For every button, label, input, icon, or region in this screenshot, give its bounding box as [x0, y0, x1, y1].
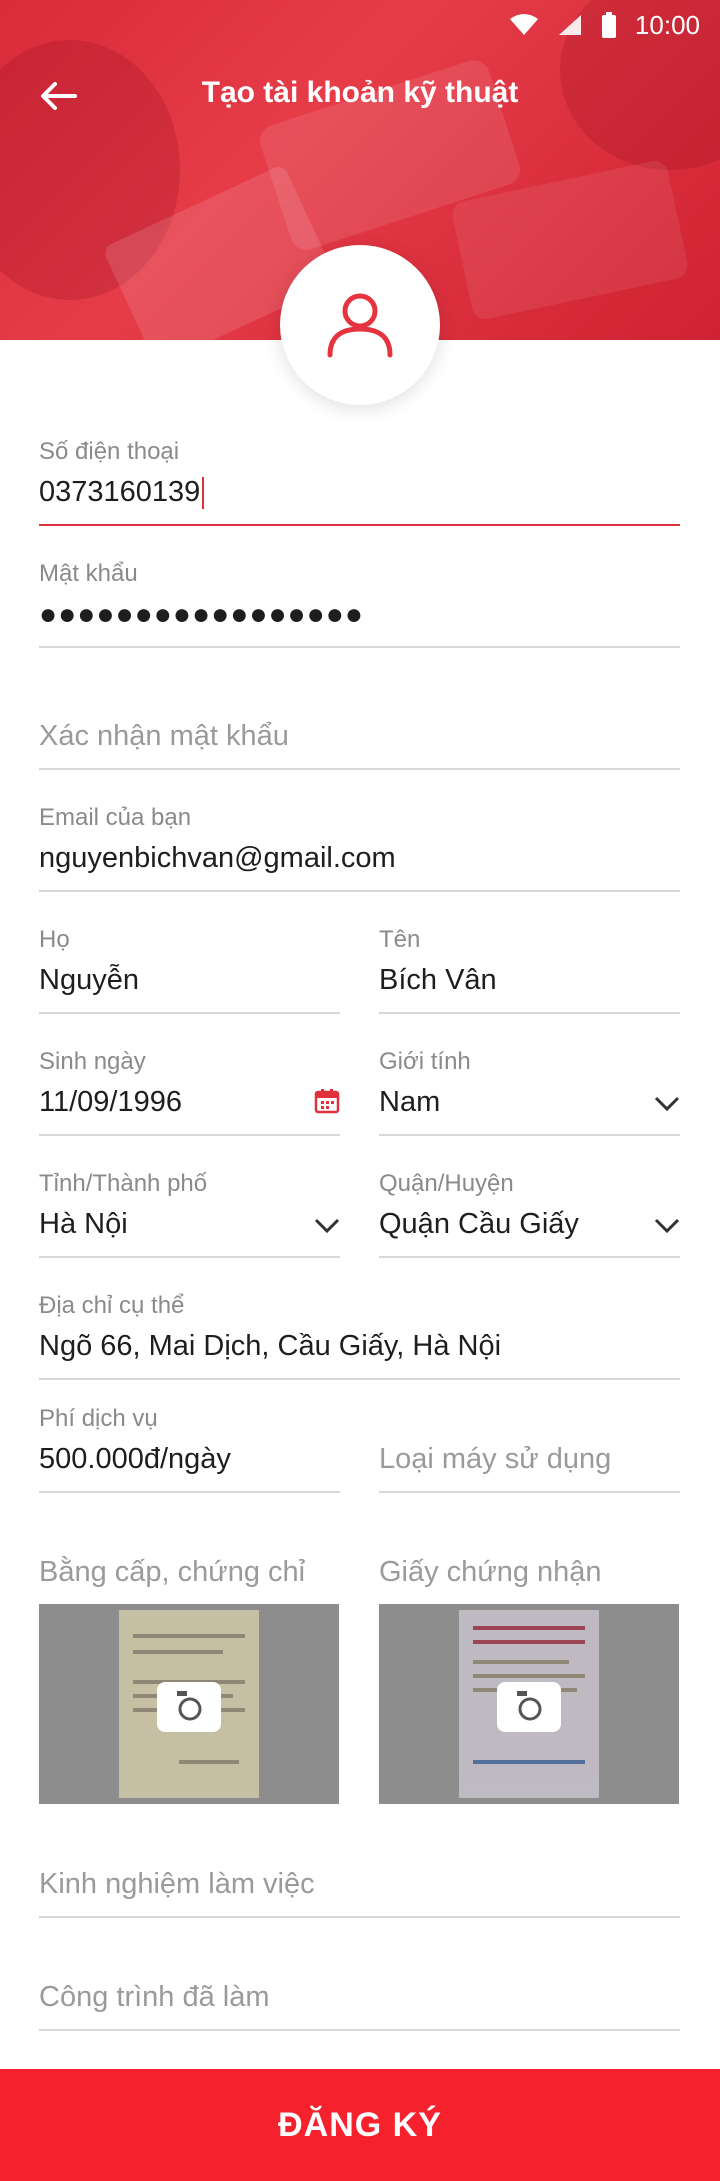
birthday-input[interactable]: 11/09/1996 — [39, 1086, 182, 1119]
projects-input[interactable]: Công trình đã làm — [39, 1981, 270, 2014]
chevron-down-icon — [654, 1218, 680, 1239]
province-value: Hà Nội — [39, 1208, 128, 1240]
email-input[interactable]: nguyenbichvan@gmail.com — [39, 842, 396, 875]
phone-input[interactable]: 0373160139 — [39, 476, 205, 510]
password-label: Mật khẩu — [39, 560, 138, 587]
chevron-down-icon — [654, 1096, 680, 1117]
address-input[interactable]: Ngõ 66, Mai Dịch, Cầu Giấy, Hà Nội — [39, 1330, 501, 1363]
degree-upload[interactable] — [39, 1604, 339, 1804]
camera-icon[interactable] — [157, 1682, 221, 1732]
birthday-field[interactable]: Sinh ngày 11/09/1996 — [39, 1048, 340, 1136]
gender-value: Nam — [379, 1086, 441, 1118]
birthday-label: Sinh ngày — [39, 1048, 146, 1075]
confirm-password-input[interactable]: Xác nhận mật khẩu — [39, 720, 289, 753]
service-fee-input[interactable]: 500.000đ/ngày — [39, 1443, 231, 1476]
calendar-icon[interactable] — [314, 1088, 340, 1119]
first-name-input[interactable]: Bích Vân — [379, 964, 497, 997]
experience-input[interactable]: Kinh nghiệm làm việc — [39, 1868, 315, 1901]
gender-select[interactable]: Giới tính Nam — [379, 1048, 680, 1136]
chevron-down-icon — [314, 1218, 340, 1239]
experience-field[interactable]: Kinh nghiệm làm việc — [39, 1830, 680, 1918]
register-button[interactable]: ĐĂNG KÝ — [0, 2069, 720, 2181]
province-label: Tỉnh/Thành phố — [39, 1170, 208, 1197]
district-label: Quận/Huyện — [379, 1170, 514, 1197]
projects-field[interactable]: Công trình đã làm — [39, 1943, 680, 2031]
province-select[interactable]: Tỉnh/Thành phố Hà Nội — [39, 1170, 340, 1258]
page-title: Tạo tài khoản kỹ thuật — [201, 76, 519, 109]
email-label: Email của bạn — [39, 804, 192, 831]
service-fee-field[interactable]: Phí dịch vụ 500.000đ/ngày — [39, 1405, 340, 1493]
text-caret — [202, 477, 205, 510]
machine-type-input[interactable]: Loại máy sử dụng — [379, 1443, 611, 1476]
address-label: Địa chỉ cụ thể — [39, 1292, 185, 1319]
password-field[interactable]: Mật khẩu ●●●●●●●●●●●●●●●●● — [39, 560, 680, 648]
wifi-icon — [509, 13, 539, 37]
address-field[interactable]: Địa chỉ cụ thể Ngõ 66, Mai Dịch, Cầu Giấ… — [39, 1292, 680, 1380]
battery-icon — [601, 12, 617, 38]
gender-label: Giới tính — [379, 1048, 471, 1075]
phone-field[interactable]: Số điện thoại 0373160139 — [39, 438, 680, 526]
district-select[interactable]: Quận/Huyện Quận Cầu Giấy — [379, 1170, 680, 1258]
machine-type-field[interactable]: Loại máy sử dụng — [379, 1405, 680, 1493]
password-input[interactable]: ●●●●●●●●●●●●●●●●● — [39, 598, 364, 632]
last-name-input[interactable]: Nguyễn — [39, 964, 139, 997]
avatar[interactable] — [280, 245, 440, 405]
register-button-label: ĐĂNG KÝ — [278, 2105, 442, 2144]
certificate-title: Giấy chứng nhận — [379, 1556, 602, 1588]
phone-label: Số điện thoại — [39, 438, 180, 465]
first-name-field[interactable]: Tên Bích Vân — [379, 926, 680, 1014]
last-name-label: Họ — [39, 926, 70, 953]
degree-title: Bằng cấp, chứng chỉ — [39, 1556, 306, 1588]
service-fee-label: Phí dịch vụ — [39, 1405, 158, 1432]
signal-icon — [557, 13, 583, 37]
user-icon — [324, 287, 396, 364]
status-time: 10:00 — [634, 9, 700, 40]
confirm-password-field[interactable]: Xác nhận mật khẩu — [39, 682, 680, 770]
camera-icon[interactable] — [497, 1682, 561, 1732]
status-bar: 10:00 — [509, 0, 720, 50]
last-name-field[interactable]: Họ Nguyễn — [39, 926, 340, 1014]
email-field[interactable]: Email của bạn nguyenbichvan@gmail.com — [39, 804, 680, 892]
first-name-label: Tên — [379, 926, 421, 953]
district-value: Quận Cầu Giấy — [379, 1208, 579, 1240]
certificate-upload[interactable] — [379, 1604, 679, 1804]
